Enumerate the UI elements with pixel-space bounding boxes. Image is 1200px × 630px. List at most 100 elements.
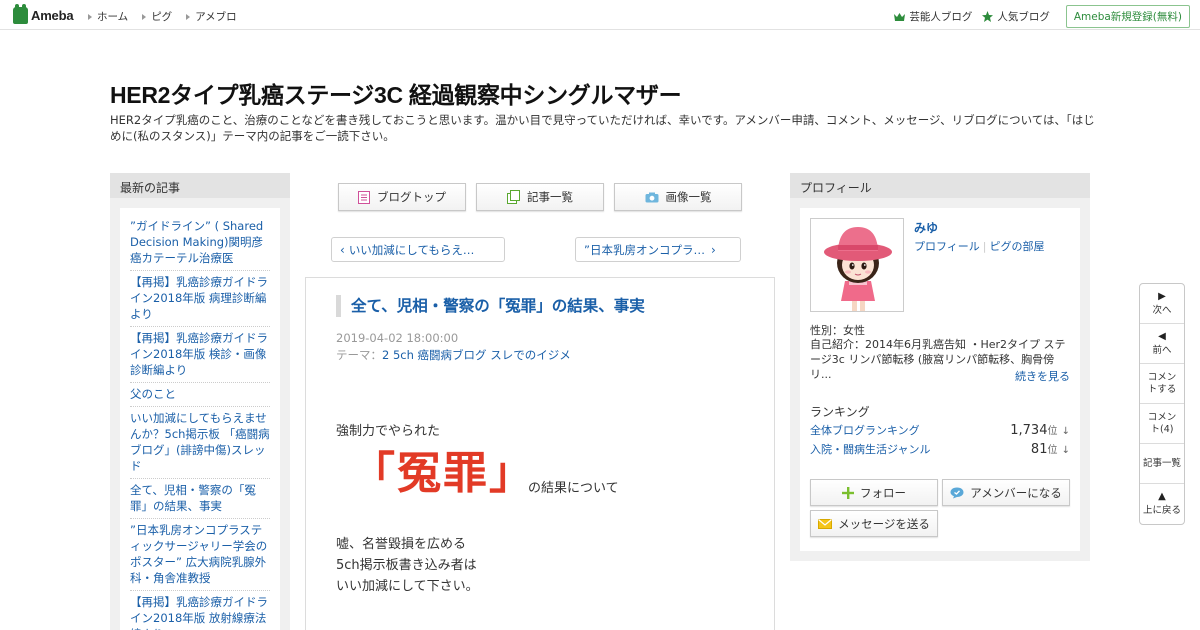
avatar-image [811,219,903,311]
float-top-button[interactable]: ▲ 上に戻る [1140,484,1184,524]
nav-home-link[interactable]: ホーム [88,9,128,24]
follow-label: フォロー [860,485,906,500]
triangle-icon [186,13,191,20]
entry-title[interactable]: 全て、児相・警察の「冤罪」の結果、事実 [336,295,645,317]
play-left-icon: ◀ [1158,330,1166,342]
chevron-left-icon: ‹ [340,242,345,257]
amember-button[interactable]: アメンバーになる [942,479,1070,506]
blog-title[interactable]: HER2タイプ乳癌ステージ3C 経過観察中シングルマザー [110,76,682,110]
ranking-unit: 位 [1047,426,1058,437]
chevron-right-icon: › [710,242,716,257]
amember-label: アメンバーになる [970,485,1062,500]
camera-icon [645,192,658,202]
popular-blog-label: 人気ブログ [997,11,1050,23]
entries-icon [507,190,520,204]
blog-nav-buttons: ブログトップ 記事一覧 画像一覧 [338,183,742,211]
float-comment-button[interactable]: コメントする [1140,364,1184,404]
nav-pigg-link[interactable]: ピグ [142,9,172,24]
ranking-down-icon: ↓ [1061,445,1070,456]
profile-heading: プロフィール [790,173,1090,198]
entry-theme: テーマ：2 5ch 癌闘病ブログ スレでのイジメ [336,347,571,363]
recent-entry-link[interactable]: ”日本乳房オンコプラスティックサージャリー学会のポスター” 広大病院乳腺外科・角… [130,519,270,591]
star-icon [982,11,994,22]
ranking-heading: ランキング [810,405,870,419]
float-prev-button[interactable]: ◀ 前へ [1140,324,1184,364]
nav-pigg-label: ピグ [151,11,173,23]
recent-entry-link[interactable]: 全て、児相・警察の「冤罪」の結果、事実 [130,479,270,519]
next-entry-label: ”日本乳房オンコプラ… [584,242,705,257]
profile-name[interactable]: みゆ [914,219,938,236]
nav-ameblo-label: アメブロ [195,11,237,23]
profile-more-link[interactable]: 続きを見る [1015,368,1070,384]
ranking-genre-value: 81位 ↓ [1031,441,1070,457]
pigg-room-link[interactable]: ピグの部屋 [990,240,1045,253]
ranking-unit: 位 [1047,445,1058,456]
float-comments-count-button[interactable]: コメント(4) [1140,404,1184,444]
entry-theme-link[interactable]: 2 5ch 癌闘病ブログ スレでのイジメ [382,348,571,362]
popular-blog-link[interactable]: 人気ブログ [982,9,1050,24]
celebrity-blog-label: 芸能人ブログ [909,11,973,23]
message-label: メッセージを送る [838,516,930,531]
profile-panel: プロフィール みゆ プロフィール | ピグの部屋 性別：女性 自己紹介：2014… [790,173,1090,561]
entry-list-label: 記事一覧 [527,190,573,204]
register-button[interactable]: Ameba新規登録(無料) [1065,5,1190,28]
global-header: Ameba ホーム ピグ アメブロ 芸能人ブログ 人気ブログ Ameba新規登録… [0,0,1200,30]
ameba-logo-icon [13,3,28,24]
triangle-icon [142,13,147,20]
profile-links: プロフィール | ピグの部屋 [914,238,1045,254]
plus-icon [842,486,854,499]
entry-body-line: の結果について [528,481,619,496]
profile-gender: 性別：女性 [810,324,865,337]
entry-list-button[interactable]: 記事一覧 [476,183,604,211]
image-list-button[interactable]: 画像一覧 [614,183,742,211]
nav-ameblo-link[interactable]: アメブロ [186,9,237,24]
float-entry-list-button[interactable]: 記事一覧 [1140,444,1184,484]
ranking-row-all: 全体ブログランキング 1,734位 ↓ [810,422,1070,438]
celebrity-blog-link[interactable]: 芸能人ブログ [894,9,972,24]
chat-bubble-icon [950,487,964,498]
follow-button[interactable]: フォロー [810,479,938,506]
float-prev-label: 前へ [1152,344,1172,356]
triangle-icon [88,13,92,20]
prev-entry-link[interactable]: ‹ いい加減にしてもらえ… [331,237,505,262]
prev-entry-label: いい加減にしてもらえ… [348,242,475,257]
recent-entry-link[interactable]: いい加減にしてもらえませんか？5ch掲示板 「癌闘病ブログ」(誹謗中傷)スレッド [130,407,270,479]
next-entry-link[interactable]: ”日本乳房オンコプラ… › [575,237,741,262]
play-right-icon: ▶ [1158,290,1166,302]
entry-body-line: 5ch掲示板書き込み者は [336,558,477,573]
ranking-all-number: 1,734 [1010,423,1048,438]
entry-body-line: いい加減にして下さい。 [336,579,479,594]
ranking-all-link[interactable]: 全体ブログランキング [810,422,920,438]
ranking-down-icon: ↓ [1061,426,1070,437]
entry-date: 2019-04-02 18:00:00 [336,331,459,345]
float-comments-label: コメント(4) [1147,411,1177,435]
avatar[interactable] [810,218,904,312]
header-right: 芸能人ブログ 人気ブログ Ameba新規登録(無料) [894,5,1190,28]
recent-entries-list: ”ガイドライン” ( Shared Decision Making)関明彦 癌カ… [130,216,270,630]
ranking-genre-link[interactable]: 入院・闘病生活ジャンル [810,441,930,457]
ameba-logo[interactable]: Ameba [13,3,74,24]
blog-top-button[interactable]: ブログトップ [338,183,466,211]
entry-theme-label: テーマ： [336,348,382,362]
profile-link[interactable]: プロフィール [914,240,980,253]
recent-entry-link[interactable]: 【再掲】乳癌診療ガイドライン2018年版 病理診断編より [130,271,270,327]
entry-body-paragraph: 嘘、名誉毀損を広める 5ch掲示板書き込み者は いい加減にして下さい。 [336,534,479,597]
float-entry-list-label: 記事一覧 [1142,457,1181,469]
float-next-button[interactable]: ▶ 次へ [1140,284,1184,324]
triangle-up-icon: ▲ [1158,491,1166,502]
float-comment-label: コメントする [1147,371,1177,395]
blog-description: HER2タイプ乳癌のこと、治療のことなどを書き残しておこうと思います。温かい目で… [110,113,1095,143]
message-button[interactable]: メッセージを送る [810,510,938,537]
floating-nav: ▶ 次へ ◀ 前へ コメントする コメント(4) 記事一覧 ▲ 上に戻る [1139,283,1185,525]
recent-entry-link[interactable]: 【再掲】乳癌診療ガイドライン2018年版 検診・画像診断編より [130,327,270,383]
link-separator: | [982,240,987,253]
entry-body-highlight: 「冤罪」 [351,448,535,499]
recent-entry-link[interactable]: 父のこと [130,383,270,407]
nav-home-label: ホーム [97,11,129,23]
recent-entries-panel: 最新の記事 ”ガイドライン” ( Shared Decision Making)… [110,173,290,630]
recent-entry-link[interactable]: ”ガイドライン” ( Shared Decision Making)関明彦 癌カ… [130,216,270,271]
recent-entry-link[interactable]: 【再掲】乳癌診療ガイドライン2018年版 放射線療法編より [130,591,270,630]
document-icon [358,190,370,204]
recent-entries-heading: 最新の記事 [110,173,290,198]
recent-entries-box: ”ガイドライン” ( Shared Decision Making)関明彦 癌カ… [120,208,280,630]
